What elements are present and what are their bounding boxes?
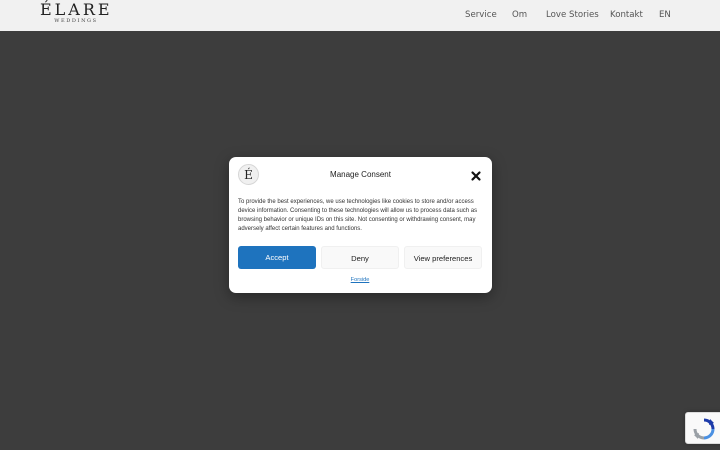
consent-message: To provide the best experiences, we use … [238,199,478,232]
nav-service[interactable]: Service [465,0,497,31]
nav-kontakt[interactable]: Kontakt [610,0,643,31]
close-button[interactable] [469,169,483,183]
forside-link[interactable]: Forside [329,276,391,284]
logo-tagline: WEDDINGS [54,18,98,24]
accept-button[interactable]: Accept [238,246,316,269]
logo-wordmark: ÉLARE [40,0,113,19]
view-preferences-button[interactable]: View preferences [404,246,482,269]
nav-om[interactable]: Om [512,0,527,31]
nav-love-stories[interactable]: Love Stories [546,0,599,31]
recaptcha-icon [693,418,715,440]
close-icon [471,171,481,181]
site-logo[interactable]: ÉLARE WEDDINGS [40,2,112,28]
consent-logo: É [238,164,259,185]
site-header: ÉLARE WEDDINGS Service Om Love Stories K… [0,0,720,31]
deny-button[interactable]: Deny [321,246,399,269]
nav-language-en[interactable]: EN [659,0,671,31]
consent-title: Manage Consent [330,170,391,179]
consent-dialog: É Manage Consent To provide the best exp… [229,157,492,293]
recaptcha-badge[interactable] [685,412,720,444]
